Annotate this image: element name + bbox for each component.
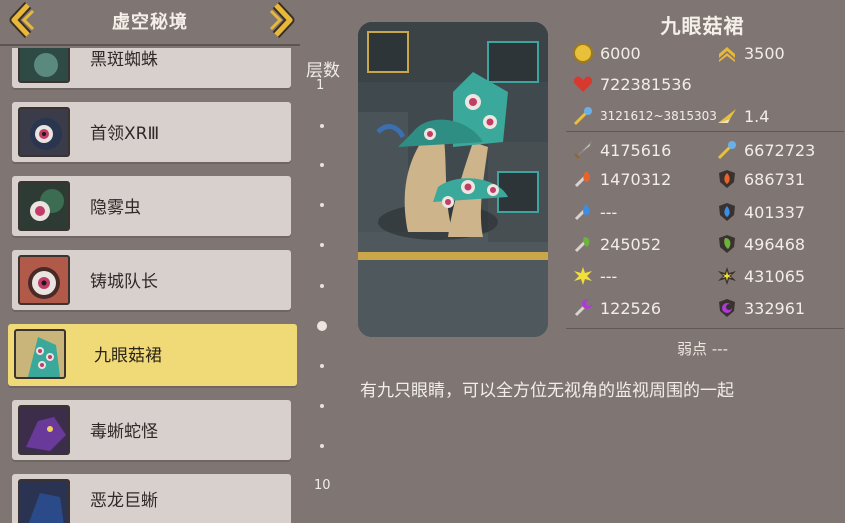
wind-atk-stat: 245052 [572,233,661,255]
sword-icon [573,140,592,160]
gold-coin-icon [573,43,593,63]
list-item[interactable]: 毒蜥蛇怪 [12,400,291,460]
monster-name: 恶龙巨蜥 [90,491,158,511]
monster-name: 铸城队长 [90,272,158,292]
list-item[interactable]: 黑斑蜘蛛 [12,48,291,88]
water-atk-value: --- [600,202,618,222]
monster-avatar [14,329,66,379]
layer-start: 1 [316,78,325,93]
divider [566,328,844,329]
monster-avatar [18,107,70,157]
hp-value: 722381536 [600,74,692,94]
boss-description: 有九只眼睛，可以全方位无视角的监视周围的一起 [360,381,734,401]
dark-def-stat: 332961 [716,297,805,319]
light-burst-icon [574,267,592,285]
dark-sword-icon [574,299,592,317]
magic-wand-icon [573,107,592,126]
layer-indicator[interactable]: 层数 1 10 [298,50,348,510]
water-def-stat: 401337 [716,201,805,223]
list-item-selected[interactable]: 九眼菇裙 [8,324,297,386]
wind-def-stat: 496468 [716,233,805,255]
rank-value: 3500 [744,43,785,63]
monster-avatar [18,181,70,231]
speed-stat: 1.4 [716,105,769,127]
monster-avatar [18,255,70,305]
wind-atk-value: 245052 [600,234,662,254]
list-item[interactable]: 恶龙巨蜥 [12,474,291,523]
dark-def-value: 332961 [744,298,806,318]
dark-shield-icon [719,299,735,317]
wind-shield-icon [719,235,735,253]
light-def-value: 431065 [744,266,806,286]
boss-name: 九眼菇裙 [660,14,745,38]
layer-dot[interactable] [320,364,324,368]
phys-atk-value: 4175616 [600,140,672,160]
rank-chevron-icon [719,47,735,62]
list-item[interactable]: 隐雾虫 [12,176,291,236]
chevron-right-icon [269,1,295,39]
page-title: 虚空秘境 [112,12,188,33]
monster-avatar [18,479,70,523]
dungeon-list-panel: 虚空秘境 黑斑蜘蛛 首领XRⅢ 隐雾虫 铸城队长 九眼菇裙 毒蜥蛇怪 恶龙巨蜥 [0,0,300,523]
light-atk-stat: --- [572,265,617,287]
attack-range-stat: 3121612~3815303 [572,105,717,127]
fire-def-stat: 686731 [716,168,805,190]
divider [566,131,844,132]
list-header: 虚空秘境 [0,0,300,46]
light-atk-value: --- [600,266,618,286]
layer-dot[interactable] [320,124,324,128]
gold-value: 6000 [600,43,641,63]
staff-icon [717,141,736,160]
wind-sword-icon [574,237,590,253]
boss-portrait [358,22,548,337]
monster-name: 毒蜥蛇怪 [90,422,158,442]
wing-icon [718,109,736,123]
list-item[interactable]: 首领XRⅢ [12,102,291,162]
speed-value: 1.4 [744,106,770,126]
monster-avatar [18,48,70,83]
rank-stat: 3500 [716,42,785,64]
phys-atk-stat: 4175616 [572,139,671,161]
fire-shield-icon [719,170,735,188]
light-def-stat: 431065 [716,265,805,287]
hp-stat: 722381536 [572,73,692,95]
monster-name: 黑斑蜘蛛 [90,50,158,70]
boss-stats-panel: 九眼菇裙 6000 3500 722381536 3121612~3815303… [560,0,845,523]
layer-dot[interactable] [320,404,324,408]
monster-name: 九眼菇裙 [94,346,162,366]
layer-dot[interactable] [320,203,324,207]
water-shield-icon [719,203,735,221]
heart-icon [573,76,593,92]
gold-stat: 6000 [572,42,641,64]
light-shield-icon [718,267,736,285]
list-item[interactable]: 铸城队长 [12,250,291,310]
fire-sword-icon [574,171,591,188]
fire-atk-value: 1470312 [600,169,672,189]
layer-dot-current[interactable] [317,321,327,331]
monster-name: 首领XRⅢ [90,124,160,144]
water-sword-icon [574,204,590,221]
phys-def-value: 6672723 [744,140,816,160]
layer-dot[interactable] [320,163,324,167]
weakness-text: 弱点 --- [676,340,728,358]
attack-range-value: 3121612~3815303 [600,109,717,123]
next-arrow-button[interactable] [266,1,296,39]
layer-dot[interactable] [320,444,324,448]
monster-list[interactable]: 黑斑蜘蛛 首领XRⅢ 隐雾虫 铸城队长 九眼菇裙 毒蜥蛇怪 恶龙巨蜥 [0,48,300,523]
monster-avatar [18,405,70,455]
monster-name: 隐雾虫 [90,198,141,218]
layer-dot[interactable] [320,284,324,288]
water-atk-stat: --- [572,201,617,223]
phys-def-stat: 6672723 [716,139,815,161]
layer-end: 10 [314,478,331,493]
dark-atk-stat: 122526 [572,297,661,319]
layer-dot[interactable] [320,243,324,247]
fire-def-value: 686731 [744,169,806,189]
dark-atk-value: 122526 [600,298,662,318]
water-def-value: 401337 [744,202,806,222]
fire-atk-stat: 1470312 [572,168,671,190]
wind-def-value: 496468 [744,234,806,254]
